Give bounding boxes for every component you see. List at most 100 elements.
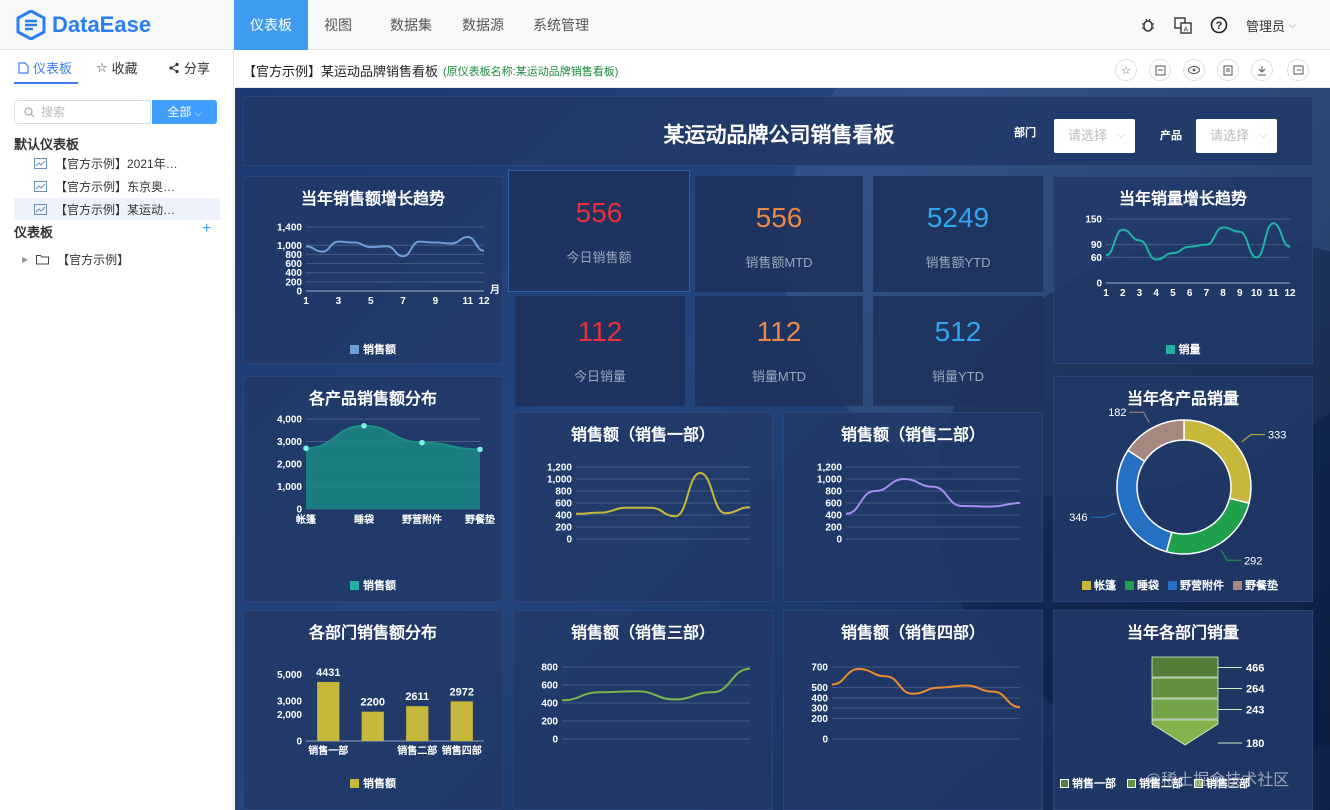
filter-all-button[interactable]: 全部 ⌵ — [152, 100, 217, 124]
panel-title: 当年各部门销量 — [1126, 625, 1239, 642]
default-dashboard-section: 默认仪表板 — [14, 137, 80, 152]
x-tick-label: 1 — [1103, 288, 1109, 299]
nav-tab-datasource[interactable]: 数据源 — [452, 0, 514, 50]
chart-legend: 销售额 — [244, 341, 502, 357]
x-tick-label: 7 — [1204, 288, 1210, 299]
folder-icon — [36, 254, 50, 264]
dashboard-item-selected[interactable]: 【官方示例】某运动… — [14, 198, 220, 220]
x-tick-label: 销售一部 — [308, 744, 348, 757]
product-sales-chart: 0 1,000 2,000 3,000 4,000 帐篷 睡袋 野营附件 野餐垫 — [277, 415, 495, 527]
y-tick-label: 5,000 — [277, 670, 302, 681]
select-placeholder: 请选择 — [1068, 128, 1108, 143]
y-tick-label: 0 — [1096, 279, 1102, 290]
chart-icon — [34, 180, 47, 192]
logo-icon — [16, 10, 46, 40]
panel-product-sales: 各产品销售额分布 0 1,000 2,000 3,000 4,000 帐篷 睡袋 野营附件 野餐… — [243, 376, 503, 602]
favorite-button[interactable]: ☆ — [1115, 59, 1137, 81]
x-tick-label: 7 — [400, 296, 406, 307]
chevron-down-icon: ⌵ — [1259, 130, 1267, 141]
kpi-label: 销量YTD — [931, 369, 984, 384]
data-label: 4431 — [316, 667, 340, 679]
star-icon: ☆ — [1121, 64, 1131, 77]
dashboard-item-label: 【官方示例】2021年… — [55, 156, 178, 171]
dashboard-item[interactable]: 【官方示例】东京奥… — [14, 175, 220, 197]
y-tick-label: 1,000 — [817, 475, 842, 486]
x-tick-label: 11 — [463, 296, 474, 307]
product-select[interactable]: 请选择 ⌵ — [1196, 119, 1277, 153]
dashboard-title: 【官方示例】某运动品牌销售看板 — [243, 64, 439, 79]
help-icon[interactable]: ? — [1210, 16, 1228, 34]
chart-icon — [34, 203, 47, 215]
file-icon — [1223, 65, 1233, 75]
kpi-sales-ytd: 5249 销售额YTD — [873, 176, 1043, 292]
y-tick-label: 600 — [555, 499, 572, 510]
legend-label: 野营附件 — [1180, 580, 1224, 592]
bar — [361, 711, 384, 741]
sidebar-tab-dashboard[interactable]: 仪表板 — [18, 58, 72, 77]
data-label: 466 — [1246, 663, 1264, 675]
sidebar-tab-label: 分享 — [184, 61, 211, 76]
y-tick-label: 400 — [541, 699, 558, 710]
qty-trend-chart: 060901501 2 3 4 5 6 7 8 9 10 11 12 — [1085, 215, 1296, 300]
bar — [406, 706, 429, 741]
dept-sales-chart: 0 2,000 3,000 5,000 4431 销售一部 2200 2611 销售二部 2972… — [277, 667, 484, 757]
data-label: 346 — [1069, 512, 1087, 524]
app-logo[interactable]: DataEase — [16, 10, 151, 40]
dashboard-item-label: 【官方示例】某运动… — [55, 202, 176, 217]
public-link-button[interactable] — [1149, 59, 1171, 81]
export-button[interactable] — [1287, 59, 1309, 81]
y-tick-label: 800 — [555, 487, 572, 498]
save-pdf-button[interactable] — [1217, 59, 1239, 81]
nav-tab-view[interactable]: 视图 — [312, 0, 364, 50]
label-leader — [1090, 512, 1116, 518]
y-tick-label: 2,000 — [277, 710, 302, 721]
chevron-down-icon: ⌵ — [1117, 130, 1125, 141]
y-tick-label: 150 — [1085, 215, 1102, 226]
panel-dept4-sales: 销售额（销售四部） 0 200 300 400 500 700 — [783, 610, 1043, 810]
panel-title: 销售额（销售三部） — [570, 625, 715, 642]
kpi-qty-ytd: 512 销量YTD — [873, 296, 1043, 406]
caret-right-icon: ▶ — [22, 254, 29, 264]
x-tick-label: 9 — [1237, 288, 1243, 299]
user-menu[interactable]: 管理员 ⌵ — [1246, 16, 1296, 35]
sidebar-tab-favorites[interactable]: ☆ 收藏 — [96, 58, 138, 77]
panel-sales-trend: 当年销售额增长趋势 0 200 400 600 800 1,000 1,400 1 3 5 7 9 11… — [243, 176, 503, 364]
download-icon — [1258, 65, 1266, 75]
translate-icon[interactable]: A — [1174, 16, 1192, 34]
product-qty-chart: 333 292 346 182 — [1069, 407, 1286, 567]
nav-tab-system[interactable]: 系统管理 — [526, 0, 596, 50]
folder-item[interactable]: ▶ 【官方示例】 — [14, 248, 220, 270]
data-label: 264 — [1246, 684, 1265, 696]
x-axis-label: 月 — [489, 284, 500, 296]
svg-text:A: A — [1184, 27, 1189, 34]
x-tick-label: 12 — [1284, 288, 1296, 299]
department-select[interactable]: 请选择 ⌵ — [1054, 119, 1135, 153]
add-icon[interactable]: + — [202, 220, 211, 238]
board-title: 某运动品牌公司销售看板 — [663, 124, 895, 147]
filter-all-label: 全部 — [167, 105, 192, 119]
panel-dept1-sales: 销售额（销售一部） 0 200 400 600 800 1,000 1,200 — [513, 412, 773, 602]
kpi-sales-mtd: 556 销售额MTD — [695, 176, 863, 292]
bug-icon[interactable] — [1140, 17, 1156, 33]
panel-dept-sales: 各部门销售额分布 0 2,000 3,000 5,000 4431 销售一部 2200 261… — [243, 610, 503, 810]
legend-swatch — [1127, 778, 1136, 788]
folder-label: 【官方示例】 — [57, 252, 130, 267]
sidebar-tab-share[interactable]: 分享 — [168, 58, 210, 77]
data-label: 2972 — [450, 686, 474, 698]
sidebar-search-input[interactable]: 搜索 — [14, 100, 151, 124]
preview-button[interactable] — [1183, 59, 1205, 81]
y-tick-label: 90 — [1091, 240, 1103, 251]
x-tick-label: 3 — [336, 296, 342, 307]
series-line — [1105, 222, 1291, 261]
legend-label: 销售额 — [363, 580, 396, 592]
dashboard-item[interactable]: 【官方示例】2021年… — [14, 152, 220, 174]
y-tick-label: 0 — [296, 505, 302, 516]
nav-tab-dashboard[interactable]: 仪表板 — [234, 0, 308, 50]
kpi-label: 销售额YTD — [925, 255, 991, 270]
data-label: 243 — [1246, 705, 1264, 717]
download-button[interactable] — [1251, 59, 1273, 81]
nav-tab-dataset[interactable]: 数据集 — [380, 0, 442, 50]
kpi-today-qty: 112 今日销量 — [515, 296, 685, 406]
label-leader — [1220, 549, 1242, 561]
chart-legend: 销量 — [1054, 341, 1312, 357]
